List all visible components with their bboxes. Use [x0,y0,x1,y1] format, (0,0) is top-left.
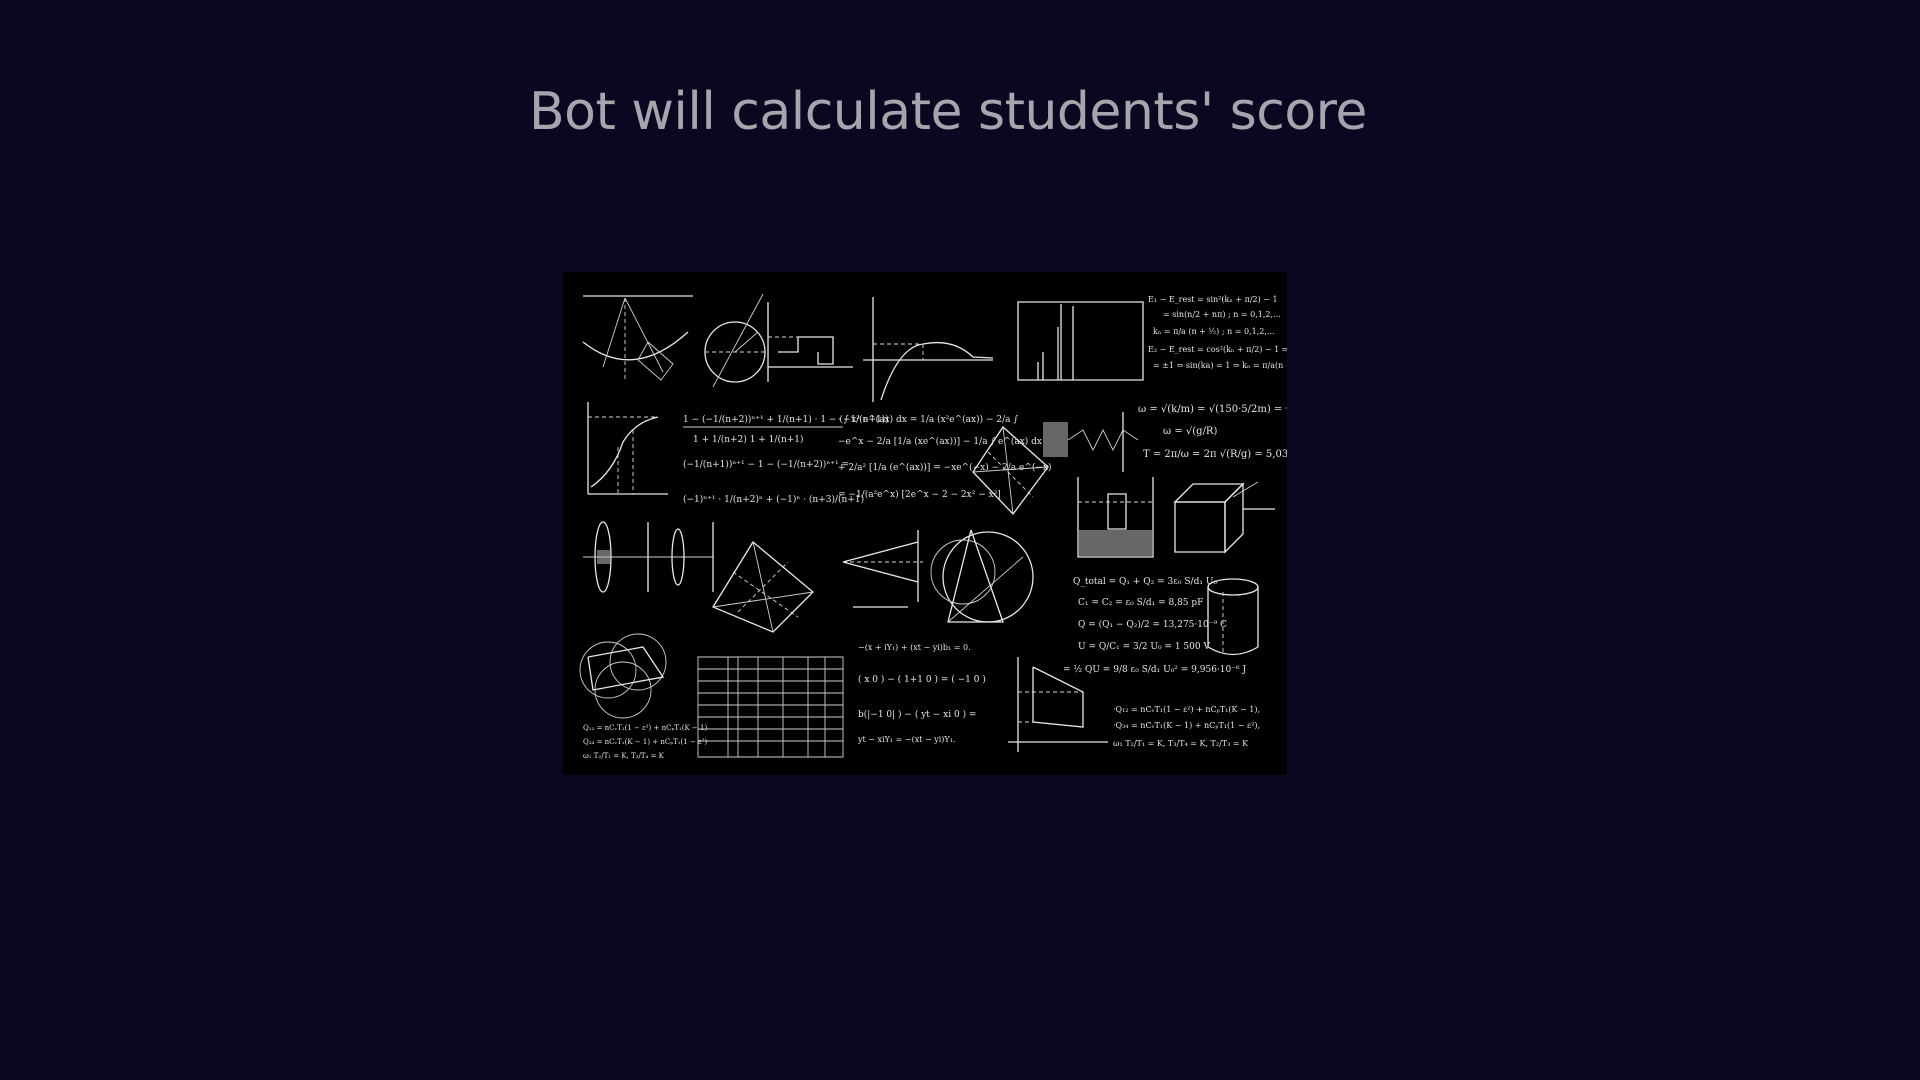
svg-text:T = 2π/ω = 2π √(R/g) = 5,03·10: T = 2π/ω = 2π √(R/g) = 5,03·10³s [1143,449,1287,460]
value-table [698,657,843,757]
spectrum-bar-graph [1018,302,1143,380]
svg-text:E₁ − E_rest = sin²(kₙ + π/2) −: E₁ − E_rest = sin²(kₙ + π/2) − 1 [1148,295,1278,304]
svg-text:C₁ = C₂ = ε₀ S/d₁ = 8,85 pF: C₁ = C₂ = ε₀ S/d₁ = 8,85 pF [1078,598,1203,608]
svg-text:Q = (Q₁ − Q₂)/2 = 13,275·10⁻⁹: Q = (Q₁ − Q₂)/2 = 13,275·10⁻⁹ C [1078,619,1227,630]
box-force-sketch [1175,482,1275,552]
octahedron-sketch [713,542,813,632]
svg-text:Q_total = Q₁ + Q₂ = 3ε₀ S/d₁ U: Q_total = Q₁ + Q₂ = 3ε₀ S/d₁ U₀ [1073,577,1217,587]
svg-text:b(|−1 0| ) − ( yt − xi 0 ) =: b(|−1 0| ) − ( yt − xi 0 ) = [858,709,976,720]
physics-blackboard-image: E₁ − E_rest = sin²(kₙ + π/2) − 1 = sin(n… [563,272,1287,775]
square-wave-graph [768,302,853,382]
ray-diagram-sketch [843,530,923,607]
svg-text:−(x + iY₁) + (xt − yi)b₁ = 0.: −(x + iY₁) + (xt − yi)b₁ = 0. [858,643,971,652]
svg-text:= −1/(a²e^x) [2e^x − 2 − 2x² −: = −1/(a²e^x) [2e^x − 2 − 2x² − x²] [838,489,1001,500]
svg-text:+ 2/a² [1/a (e^(ax))] = −xe^(−: + 2/a² [1/a (e^(ax))] = −xe^(−x) − 2/a e… [838,462,1052,473]
energy-formulas: E₁ − E_rest = sin²(kₙ + π/2) − 1 = sin(n… [1148,295,1287,370]
svg-text:(−1/(n+1))ⁿ⁺¹ − 1 − (−1/(n+2)): (−1/(n+1))ⁿ⁺¹ − 1 − (−1/(n+2))ⁿ⁺¹ = [683,459,849,470]
svg-text:(−1)ⁿ⁺¹ · 1/(n+2)ⁿ + (−1)ⁿ · (: (−1)ⁿ⁺¹ · 1/(n+2)ⁿ + (−1)ⁿ · (n+3)/(n+1) [683,494,864,505]
svg-text:· ∫ x² e^(ax) dx = 1/a (x²e^(a: · ∫ x² e^(ax) dx = 1/a (x²e^(ax)) − 2/a … [838,414,1018,425]
potential-curve-graph [863,297,993,402]
distribution-graph [588,402,668,494]
svg-text:−e^x − 2/a [1/a (xe^(ax))] − 1: −e^x − 2/a [1/a (xe^(ax))] − 1/a ∫ e^(ax… [838,436,1042,447]
svg-text:·Q₃₄ = nCᵥT₁(K − 1) + nCₚT₁(1: ·Q₃₄ = nCᵥT₁(K − 1) + nCₚT₁(1 − ε²), [1113,721,1260,730]
svg-text:yt − xiY₁ = −(xt − yi)Y₁.: yt − xiY₁ = −(xt − yi)Y₁. [857,735,955,744]
svg-text:ω = √(g/R): ω = √(g/R) [1163,426,1217,437]
heat-formulas-left: Q₁₂ = nCᵥT₁(1 − ε²) + nCₚT₁(K − 1) Q₃₄ =… [583,724,707,760]
integral-formulas: · ∫ x² e^(ax) dx = 1/a (x²e^(ax)) − 2/a … [838,414,1052,500]
spring-sketch [1043,412,1138,472]
pendulum-sketch [583,296,693,382]
svg-text:Q₁₂ = nCᵥT₁(1 − ε²) + nCₚT₁(K: Q₁₂ = nCᵥT₁(1 − ε²) + nCₚT₁(K − 1) [583,724,707,732]
svg-text:= ½ QU = 9/8 ε₀ S/d₁ U₀² = 9,9: = ½ QU = 9/8 ε₀ S/d₁ U₀² = 9,956·10⁻⁶ J [1063,664,1246,675]
svg-text:ω₁ T₂/T₁ = K, T₃/T₄ = K: ω₁ T₂/T₁ = K, T₃/T₄ = K [583,752,665,760]
svg-text:Q₃₄ = nCᵥT₁(K − 1) + nCₚT₁(1 −: Q₃₄ = nCᵥT₁(K − 1) + nCₚT₁(1 − ε²) [583,738,707,746]
page-title: Bot will calculate students' score [529,82,1367,142]
beaker-sketch [1078,477,1153,557]
circle-geometry-sketch [931,530,1033,622]
svg-text:= ±1 ⇒ sin(ka) = 1 ⇒ kₙ = π/a(: = ±1 ⇒ sin(ka) = 1 ⇒ kₙ = π/a(n − ½) [1153,361,1287,370]
svg-text:·Q₁₂ = nCᵥT₁(1 − ε²) + nCₚT₁(K: ·Q₁₂ = nCᵥT₁(1 − ε²) + nCₚT₁(K − 1), [1113,705,1260,714]
svg-text:1 + 1/(n+2) 1 + 1/(n+1): 1 + 1/(n+2) 1 + 1/(n+1) [693,434,804,445]
svg-text:= sin(n/2 + nπ) ; n = 0,1,2,..: = sin(n/2 + nπ) ; n = 0,1,2,... [1163,310,1281,319]
svg-text:( x 0 ) − ( 1+1 0 ) = ( −1: ( x 0 ) − ( 1+1 0 ) = ( −1 0 ) [858,674,986,685]
svg-text:E₂ − E_rest = cos²(kₙ + π/2) −: E₂ − E_rest = cos²(kₙ + π/2) − 1 ⇒ cos [1148,345,1287,354]
circle-tangent-sketch [705,294,768,387]
lens-optics-sketch [583,522,713,592]
cylinder-sketch [1208,579,1258,655]
formula-sketch-graphic: E₁ − E_rest = sin²(kₙ + π/2) − 1 = sin(n… [563,272,1287,760]
svg-text:kₙ = π/a (n + ½) ; n = 0,1,2,.: kₙ = π/a (n + ½) ; n = 0,1,2,... [1153,327,1275,336]
overlapping-circles-sketch [580,634,666,718]
matrix-formulas: −(x + iY₁) + (xt − yi)b₁ = 0. ( x 0 ) − … [857,643,986,744]
capacitor-formulas: Q_total = Q₁ + Q₂ = 3ε₀ S/d₁ U₀ C₁ = C₂ … [1063,577,1246,675]
heat-formulas-right: ·Q₁₂ = nCᵥT₁(1 − ε²) + nCₚT₁(K − 1), ·Q₃… [1113,705,1260,748]
svg-text:ω = √(k/m) = √(150·5/2m) = √(5: ω = √(k/m) = √(150·5/2m) = √(5k/f) [1138,404,1287,415]
svg-text:ω₁ T₂/T₁ = K, T₃/T₄ = K, T₂: ω₁ T₂/T₁ = K, T₃/T₄ = K, T₂/T₃ = K [1113,739,1249,748]
svg-text:U = Q/C₁ = 3/2 U₀ = 1 500 V: U = Q/C₁ = 3/2 U₀ = 1 500 V [1078,642,1210,652]
frequency-formulas: ω = √(k/m) = √(150·5/2m) = √(5k/f) ω = √… [1138,404,1287,460]
